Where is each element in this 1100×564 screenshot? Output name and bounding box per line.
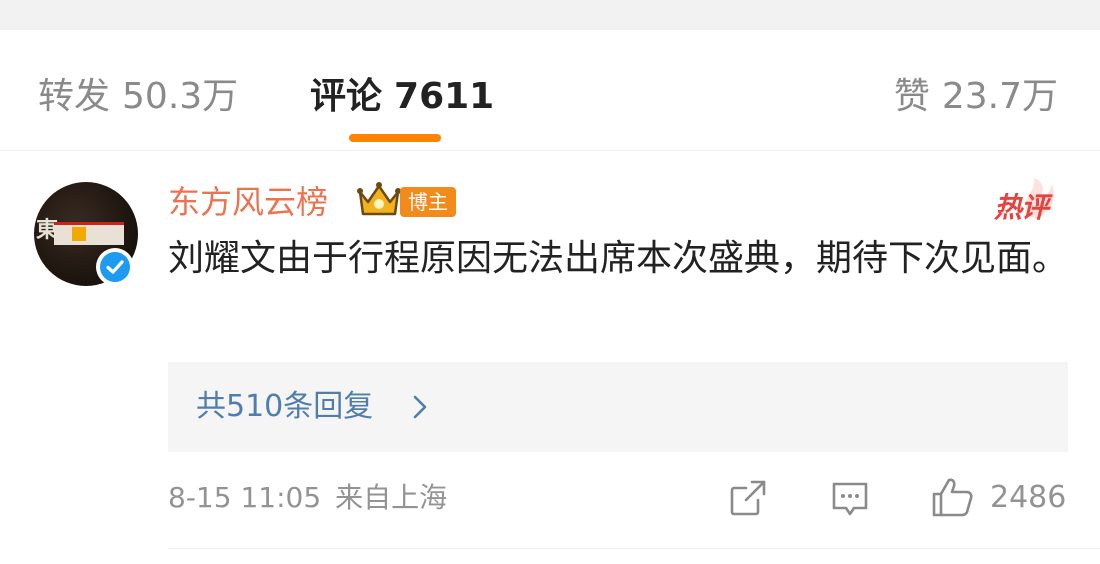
comment-meta: 8-15 11:05 来自上海	[168, 476, 447, 520]
weibo-comment-page: 转发 50.3万 评论 7611 赞 23.7万 東 东方风云榜 博主 热评 刘耀文由…	[0, 0, 1100, 564]
share-icon[interactable]	[728, 478, 768, 518]
avatar-logo	[54, 222, 124, 245]
crown-icon	[357, 182, 401, 216]
hot-comment-label: 热评	[994, 191, 1049, 224]
view-replies-link[interactable]: 共510条回复	[196, 384, 373, 430]
comment-text: 刘耀文由于行程原因无法出席本次盛典，期待下次见面。	[168, 238, 1069, 279]
comment-icon[interactable]	[830, 478, 870, 518]
verified-icon	[96, 248, 134, 286]
tab-likes[interactable]: 赞 23.7万	[894, 72, 1058, 122]
tab-likes-count: 23.7万	[941, 76, 1058, 117]
like-count: 2486	[990, 480, 1067, 515]
tab-comments-label: 评论	[310, 76, 383, 117]
replies-box[interactable]: 共510条回复	[168, 362, 1068, 452]
tab-repost[interactable]: 转发 50.3万	[38, 72, 238, 122]
top-strip	[0, 0, 1100, 30]
tab-comments-count: 7611	[394, 76, 495, 117]
tab-likes-label: 赞	[893, 76, 930, 117]
avatar-glyph: 東	[36, 218, 59, 243]
tab-comments[interactable]: 评论 7611	[310, 72, 494, 122]
chevron-right-icon	[413, 395, 427, 419]
comment-source: 来自上海	[335, 481, 448, 514]
like-icon[interactable]	[930, 476, 974, 518]
username[interactable]: 东方风云榜	[168, 180, 328, 224]
active-tab-indicator	[349, 134, 441, 142]
tab-bar: 转发 50.3万 评论 7611 赞 23.7万	[0, 30, 1100, 151]
tab-repost-count: 50.3万	[122, 76, 239, 117]
blogger-badge: 博主	[400, 187, 456, 217]
comment-date: 8-15 11:05	[168, 481, 322, 514]
tab-repost-label: 转发	[38, 76, 111, 117]
divider	[168, 548, 1100, 549]
